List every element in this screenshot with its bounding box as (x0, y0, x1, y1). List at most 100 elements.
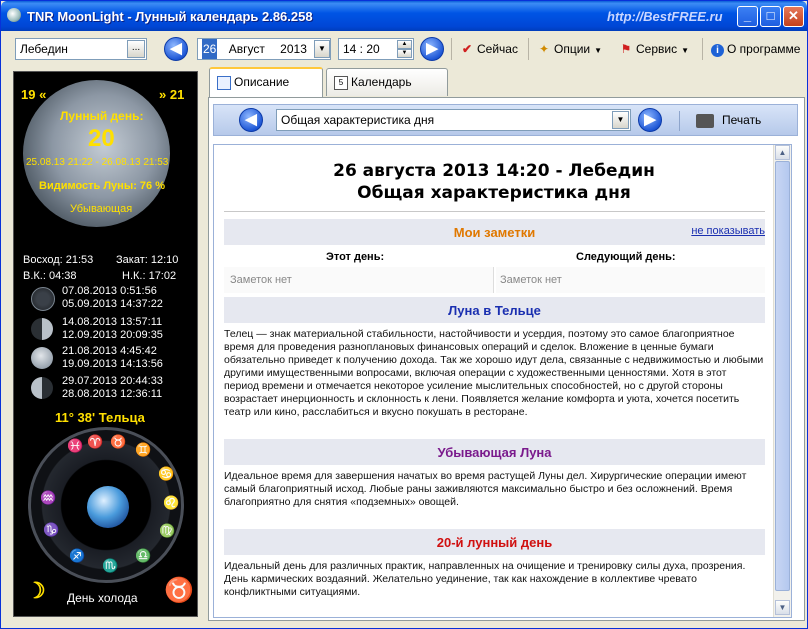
description-panel: ◀ Общая характеристика дня ▼ ▶ Печать 26… (208, 97, 805, 621)
title-bar: TNR MoonLight - Лунный календарь 2.86.25… (1, 1, 807, 31)
toolbar-separator (528, 38, 529, 60)
virgo-icon: ♍ (159, 523, 176, 538)
checkmark-icon: ✔ (461, 42, 473, 56)
document-view: 26 августа 2013 14:20 - Лебедин Общая ха… (213, 144, 792, 618)
flag-icon: ⚑ (620, 42, 632, 56)
next-day-label: Следующий день: (576, 251, 676, 263)
date-picker[interactable]: 26 Август 2013 (197, 38, 331, 60)
section-dropdown-button[interactable]: ▼ (612, 111, 629, 129)
cancer-icon: ♋ (158, 466, 175, 481)
chevron-down-icon: ▼ (594, 46, 603, 55)
gear-icon: ✦ (538, 42, 550, 56)
scorpio-icon: ♏ (102, 558, 119, 573)
section-title: Луна в Тельце (448, 303, 541, 318)
tab-calendar-label: Календарь (351, 75, 412, 89)
phase-date: 29.07.2013 20:44:33 (62, 375, 163, 387)
next-section-button[interactable]: ▶ (638, 108, 662, 132)
app-icon (7, 8, 21, 22)
zodiac-wheel: ♓ ♈ ♉ ♊ ♋ ♌ ♍ ♎ ♏ ♐ ♑ ♒ (28, 427, 184, 583)
this-day-label: Этот день: (326, 251, 385, 263)
moon-visibility: Видимость Луны: 76 % (39, 180, 166, 192)
earth-icon (87, 486, 129, 528)
prev-day-link[interactable]: 19 « (21, 87, 46, 102)
date-dropdown-button[interactable]: ▼ (314, 40, 330, 58)
service-label: Сервис (636, 42, 678, 56)
next-date-button[interactable]: ▶ (420, 37, 444, 61)
doc-heading-date: 26 августа 2013 14:20 - Лебедин (333, 161, 655, 181)
watermark-text: http://BestFREE.ru (607, 9, 723, 24)
moonset-time: Закат: 12:10 (116, 254, 179, 266)
date-day[interactable]: 26 (202, 39, 218, 59)
aquarius-icon: ♒ (40, 490, 57, 505)
day-name: День холода (67, 591, 138, 605)
date-month[interactable]: Август (229, 42, 265, 56)
tab-description[interactable]: Описание (209, 67, 323, 98)
chevron-down-icon: ▼ (681, 46, 690, 55)
first-quarter-icon (31, 318, 53, 340)
leo-icon: ♌ (163, 495, 180, 510)
moon-info-panel: 19 « » 21 Лунный день: 20 25.08.13 21:22… (13, 71, 198, 617)
window-title: TNR MoonLight - Лунный календарь 2.86.25… (27, 9, 313, 24)
vk-time: В.К.: 04:38 (23, 270, 77, 282)
taurus-sign-icon: ♉ (164, 577, 194, 604)
info-icon: i (711, 44, 724, 57)
section-header: 20-й лунный день (224, 529, 765, 555)
hide-notes-link[interactable]: не показывать (691, 225, 765, 237)
pisces-icon: ♓ (67, 438, 84, 453)
tab-calendar[interactable]: 5 Календарь (326, 68, 448, 96)
moon-phase-name: Убывающая (70, 203, 133, 215)
nk-time: Н.К.: 17:02 (122, 270, 177, 282)
taurus-icon: ♉ (110, 434, 127, 449)
maximize-button[interactable]: □ (760, 6, 781, 27)
libra-icon: ♎ (135, 548, 152, 563)
this-day-notes[interactable]: Заметок нет (224, 267, 494, 293)
zodiac-position: 11° 38' Тельца (55, 410, 145, 425)
now-button[interactable]: ✔ Сейчас (460, 40, 518, 58)
next-day-notes[interactable]: Заметок нет (496, 267, 765, 293)
print-button[interactable]: Печать (696, 111, 761, 129)
no-notes-text: Заметок нет (230, 274, 292, 286)
doc-heading-title: Общая характеристика дня (357, 183, 631, 203)
close-button[interactable]: ✕ (783, 6, 804, 27)
main-toolbar: Лебедин ... ◀ 26 Август 2013 ▼ 14 : 20 ▲… (5, 32, 805, 66)
last-quarter-icon (31, 377, 53, 399)
options-menu[interactable]: ✦ Опции ▼ (537, 40, 602, 58)
sagittarius-icon: ♐ (69, 548, 86, 563)
scroll-thumb[interactable] (775, 161, 790, 591)
section-text: Идеальный день для различных практик, на… (224, 560, 746, 598)
scroll-up-button[interactable]: ▲ (775, 145, 790, 160)
toolbar-separator (679, 111, 680, 131)
service-menu[interactable]: ⚑ Сервис ▼ (619, 40, 689, 58)
city-browse-button[interactable]: ... (127, 40, 145, 58)
date-year[interactable]: 2013 (280, 42, 307, 56)
toolbar-separator (702, 38, 703, 60)
lunar-day-range: 25.08.13 21:22 - 26.08.13 21:53 (26, 157, 169, 168)
lunar-day-number: 20 (88, 125, 115, 152)
aries-icon: ♈ (87, 434, 104, 449)
section-toolbar: ◀ Общая характеристика дня ▼ ▶ Печать (213, 104, 798, 136)
gemini-icon: ♊ (135, 442, 152, 457)
print-label: Печать (722, 113, 762, 127)
minimize-button[interactable]: _ (737, 6, 758, 27)
prev-section-button[interactable]: ◀ (239, 108, 263, 132)
section-select[interactable]: Общая характеристика дня (276, 109, 631, 131)
about-label: О программе (727, 42, 801, 56)
scroll-down-button[interactable]: ▼ (775, 600, 790, 615)
phase-date: 05.09.2013 14:37:22 (62, 298, 163, 310)
moonrise-time: Восход: 21:53 (23, 254, 94, 266)
phase-date: 14.08.2013 13:57:11 (62, 316, 163, 328)
phase-date: 12.09.2013 20:09:35 (62, 329, 163, 341)
time-up-button[interactable]: ▲ (397, 40, 412, 49)
next-day-link[interactable]: » 21 (159, 87, 184, 102)
no-notes-text: Заметок нет (500, 274, 562, 286)
notes-title: Мои заметки (453, 225, 536, 240)
about-button[interactable]: iО программе (711, 40, 800, 58)
section-header: Убывающая Луна (224, 439, 765, 465)
section-text: Идеальное время для завершения начатых в… (224, 470, 747, 508)
prev-date-button[interactable]: ◀ (164, 37, 188, 61)
vertical-scrollbar[interactable]: ▲ ▼ (773, 145, 791, 617)
phase-date: 07.08.2013 0:51:56 (62, 285, 157, 297)
section-title: 20-й лунный день (436, 535, 553, 550)
time-down-button[interactable]: ▼ (397, 49, 412, 58)
section-header: Луна в Тельце (224, 297, 765, 323)
